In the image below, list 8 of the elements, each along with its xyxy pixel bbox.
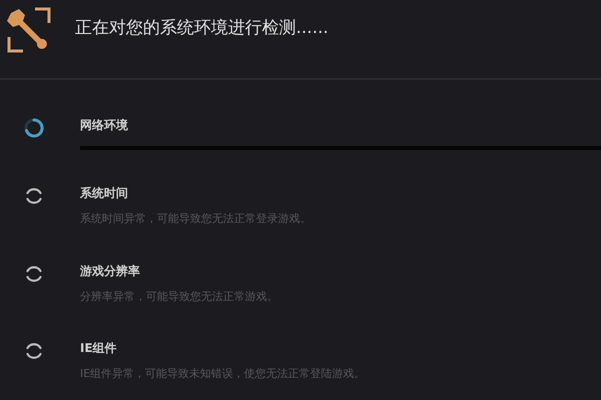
check-name: 游戏分辨率 [80, 262, 141, 280]
check-name: IE组件 [80, 340, 118, 357]
check-description: 系统时间异常，可能导致您无法正常登录游戏。 [80, 211, 312, 227]
page-title: 正在对您的系统环境进行检测...... [75, 17, 328, 40]
check-name: 网络环境 [80, 117, 129, 134]
check-name: 系统时间 [80, 185, 129, 202]
check-description: IE组件异常，可能导致未知错误，使您无法正常登陆游戏。 [80, 366, 366, 382]
check-description: 分辨率异常，可能导致您无法正常游戏。 [80, 288, 279, 304]
